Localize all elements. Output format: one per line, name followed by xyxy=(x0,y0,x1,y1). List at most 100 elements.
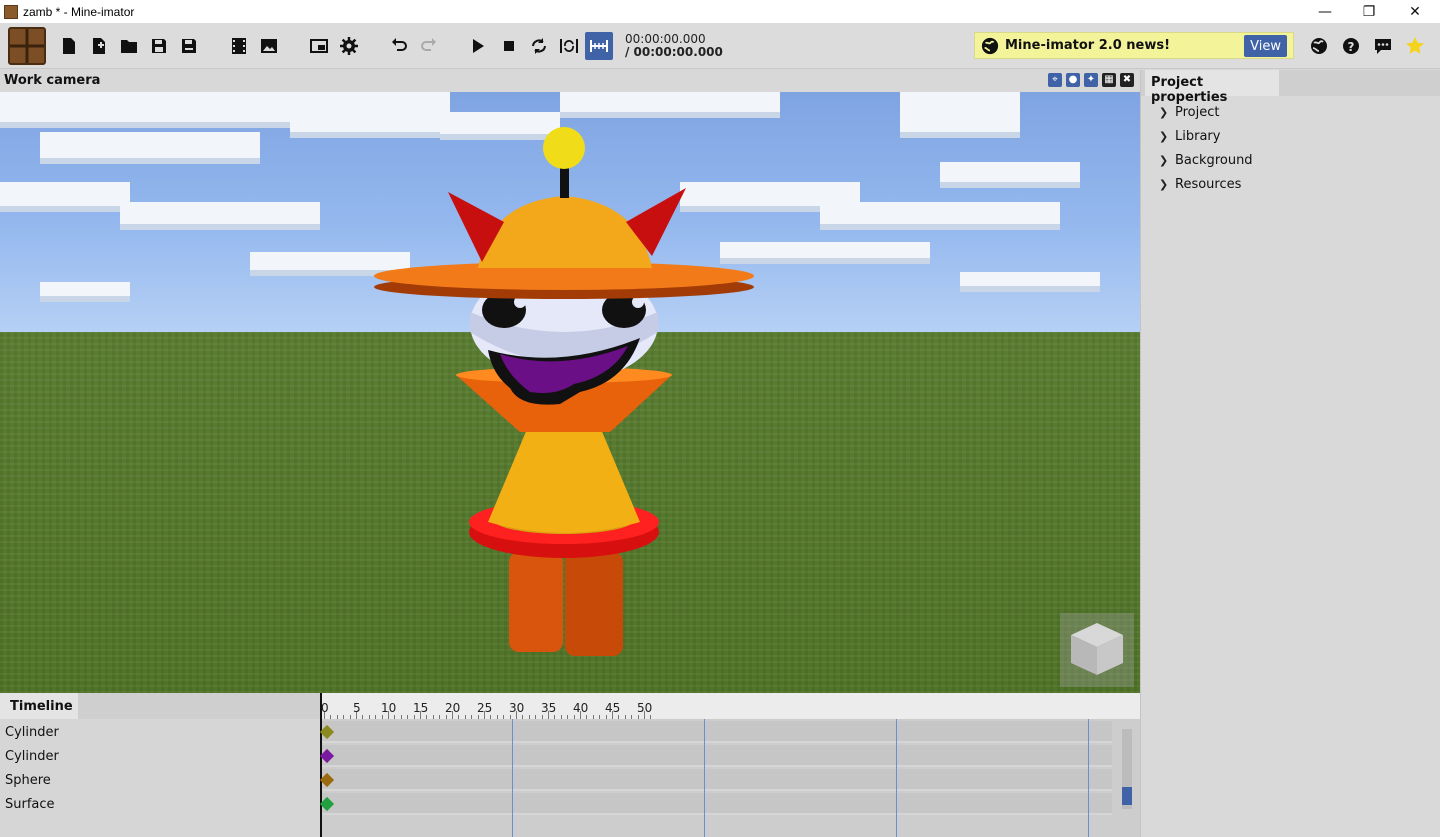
scrollbar-thumb[interactable] xyxy=(1122,787,1132,805)
project-properties-panel: Project properties ❯ Project ❯ Library ❯… xyxy=(1140,70,1440,837)
ruler-tick xyxy=(618,715,620,719)
timeline-lane[interactable] xyxy=(319,745,1112,767)
timeline-panel: Timeline Cylinder Cylinder Sphere Surfac… xyxy=(0,693,1140,837)
render-movie-icon[interactable] xyxy=(227,34,251,58)
redo-icon[interactable] xyxy=(417,34,441,58)
ruler-tick xyxy=(503,715,505,719)
timeline-scrollbar[interactable] xyxy=(1122,729,1132,809)
ruler-tick xyxy=(650,715,652,719)
panel-item-label: Library xyxy=(1175,129,1221,144)
keyframe-marker[interactable] xyxy=(319,748,335,764)
news-view-button[interactable]: View xyxy=(1244,35,1287,57)
panel-item-library[interactable]: ❯ Library xyxy=(1159,129,1220,144)
restore-button[interactable]: ❐ xyxy=(1346,0,1392,23)
loop-region-icon[interactable] xyxy=(557,34,581,58)
ruler-label: 35 xyxy=(541,701,557,715)
ruler-tick xyxy=(426,715,428,719)
website-globe-icon[interactable] xyxy=(1307,34,1331,58)
render-image-icon[interactable] xyxy=(257,34,281,58)
ruler-tick xyxy=(439,715,441,719)
window-layout-icon[interactable] xyxy=(307,34,331,58)
viewport-lighting-icon[interactable]: ● xyxy=(1066,73,1080,87)
timeline-track-area[interactable]: 0 5 10 15 20 25 30 35 40 45 50 xyxy=(319,693,1140,837)
viewport-effects-icon[interactable]: ✦ xyxy=(1084,73,1098,87)
chevron-right-icon: ❯ xyxy=(1159,154,1169,167)
timeline-lane[interactable] xyxy=(319,793,1112,815)
tab-project-properties[interactable]: Project properties xyxy=(1145,70,1279,105)
ruler-tick xyxy=(362,715,364,719)
star-icon[interactable] xyxy=(1403,34,1427,58)
view-navigation-cube[interactable] xyxy=(1060,613,1134,687)
timeline-row-label[interactable]: Cylinder xyxy=(0,721,320,745)
settings-gear-icon[interactable] xyxy=(337,34,361,58)
ruler-tick xyxy=(432,715,434,719)
work-camera-viewport[interactable] xyxy=(0,92,1140,693)
ruler-tick xyxy=(522,715,524,719)
new-project-icon[interactable] xyxy=(57,34,81,58)
ruler-tick xyxy=(586,715,588,719)
ruler-label: 40 xyxy=(573,701,589,715)
ruler-label: 10 xyxy=(381,701,397,715)
timeline-row-label[interactable]: Sphere xyxy=(0,769,320,793)
panel-item-resources[interactable]: ❯ Resources xyxy=(1159,177,1241,192)
second-divider xyxy=(896,719,897,837)
open-folder-icon[interactable] xyxy=(117,34,141,58)
ruler-tick xyxy=(349,715,351,719)
ruler-tick xyxy=(400,715,402,719)
svg-text:?: ? xyxy=(1348,40,1355,54)
tab-timeline[interactable]: Timeline xyxy=(0,693,78,719)
close-button[interactable]: ✕ xyxy=(1392,0,1438,23)
save-icon[interactable] xyxy=(147,34,171,58)
second-divider xyxy=(512,719,513,837)
feedback-chat-icon[interactable] xyxy=(1371,34,1395,58)
viewport-header: Work camera ⌖ ● ✦ ▦ ✖ xyxy=(0,70,1140,92)
app-logo[interactable] xyxy=(8,27,46,65)
chevron-right-icon: ❯ xyxy=(1159,106,1169,119)
panel-item-label: Project xyxy=(1175,105,1220,120)
ruler-tick xyxy=(605,715,607,719)
panel-item-background[interactable]: ❯ Background xyxy=(1159,153,1253,168)
keyframe-marker[interactable] xyxy=(319,772,335,788)
timeline-marker-icon[interactable] xyxy=(585,32,613,60)
stop-icon[interactable] xyxy=(497,34,521,58)
viewport-split-icon[interactable]: ▦ xyxy=(1102,73,1116,87)
ruler-tick xyxy=(381,715,383,719)
timeline-ruler[interactable]: 0 5 10 15 20 25 30 35 40 45 50 xyxy=(321,693,1140,719)
keyframe-marker[interactable] xyxy=(319,796,335,812)
main-toolbar: 00:00:00.000 / 00:00:00.000 Mine-imator … xyxy=(0,23,1440,69)
viewport-axes-icon[interactable]: ⌖ xyxy=(1048,73,1062,87)
app-icon xyxy=(4,4,18,19)
ruler-tick xyxy=(394,715,396,719)
ruler-tick xyxy=(458,715,460,719)
chevron-right-icon: ❯ xyxy=(1159,178,1169,191)
viewport-close-icon[interactable]: ✖ xyxy=(1120,73,1134,87)
minimize-button[interactable]: — xyxy=(1302,0,1348,23)
ruler-tick xyxy=(336,715,338,719)
undo-icon[interactable] xyxy=(387,34,411,58)
new-file-icon[interactable] xyxy=(87,34,111,58)
ruler-tick xyxy=(330,715,332,719)
news-banner: Mine-imator 2.0 news! View xyxy=(974,32,1294,59)
ruler-tick xyxy=(631,715,633,719)
save-as-icon[interactable] xyxy=(177,34,201,58)
ruler-tick xyxy=(567,715,569,719)
ruler-tick xyxy=(343,715,345,719)
ruler-tick xyxy=(592,715,594,719)
loop-icon[interactable] xyxy=(527,34,551,58)
ruler-tick xyxy=(560,715,562,719)
timeline-lane[interactable] xyxy=(319,769,1112,791)
keyframe-marker[interactable] xyxy=(319,724,335,740)
ruler-tick xyxy=(490,715,492,719)
ruler-tick xyxy=(509,715,511,719)
time-display: 00:00:00.000 / 00:00:00.000 xyxy=(625,33,723,59)
ruler-tick xyxy=(535,715,537,719)
panel-item-project[interactable]: ❯ Project xyxy=(1159,105,1219,120)
ruler-label: 20 xyxy=(445,701,461,715)
timeline-row-label[interactable]: Surface xyxy=(0,793,320,817)
help-icon[interactable]: ? xyxy=(1339,34,1363,58)
timeline-lane[interactable] xyxy=(319,721,1112,743)
ruler-label: 30 xyxy=(509,701,525,715)
timeline-row-label[interactable]: Cylinder xyxy=(0,745,320,769)
play-icon[interactable] xyxy=(466,34,490,58)
ruler-label: 50 xyxy=(637,701,653,715)
